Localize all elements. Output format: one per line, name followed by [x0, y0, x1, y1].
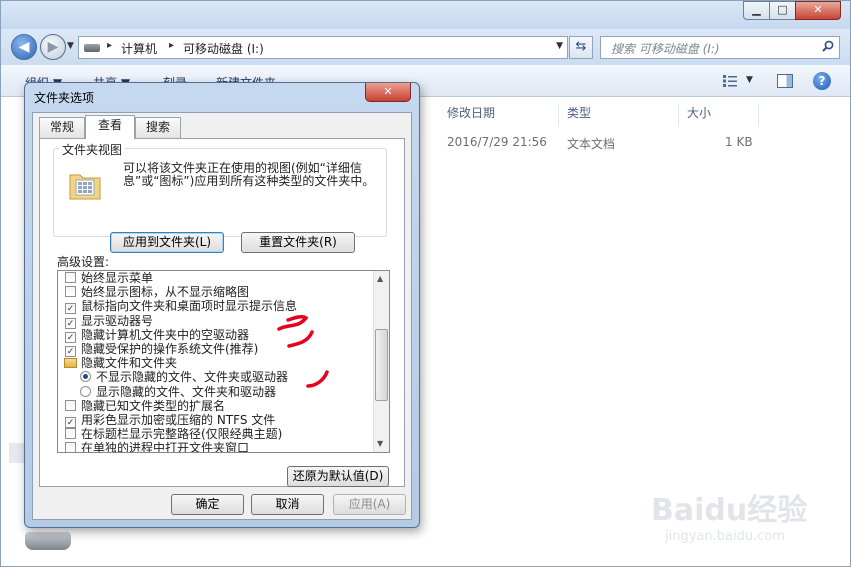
advanced-settings-list[interactable]: 始终显示菜单 始终显示图标，从不显示缩略图 ✓ 鼠标指向文件夹和桌面项时显示提示信息 ✓…	[57, 270, 390, 453]
apply-button[interactable]: 应用(A)	[333, 494, 406, 515]
setting-label: 显示驱动器号	[81, 313, 154, 328]
scroll-down-icon[interactable]: ▼	[377, 439, 383, 448]
setting-label: 始终显示图标，从不显示缩略图	[81, 285, 250, 300]
address-bar[interactable]: ▸ 计算机 ▸ 可移动磁盘 (I:) ▼	[78, 36, 568, 59]
back-button[interactable]: ◀	[11, 34, 37, 60]
breadcrumb-computer[interactable]: 计算机	[121, 40, 157, 57]
annotation-mark-3	[306, 370, 329, 388]
setting-hidden-files-folders: 隐藏文件和文件夹	[64, 356, 177, 370]
setting-label: 鼠标指向文件夹和桌面项时显示提示信息	[81, 299, 298, 314]
views-icon[interactable]	[723, 75, 737, 87]
search-placeholder: 搜索 可移动磁盘 (I:)	[611, 42, 720, 56]
setting-label: 显示隐藏的文件、文件夹和驱动器	[96, 384, 277, 399]
tab-view[interactable]: 查看	[85, 115, 135, 139]
setting-show-drive-letters[interactable]: ✓ 显示驱动器号	[65, 313, 154, 329]
file-type[interactable]: 文本文档	[567, 135, 615, 152]
advanced-settings-label: 高级设置:	[57, 255, 110, 269]
scroll-thumb[interactable]	[375, 329, 388, 401]
setting-label: 隐藏受保护的操作系统文件(推荐)	[81, 342, 259, 356]
setting-label: 隐藏计算机文件夹中的空驱动器	[81, 327, 250, 342]
folder-view-description: 可以将该文件夹正在使用的视图(例如“详细信息”或“图标”)应用到所有这种类型的文…	[123, 161, 375, 188]
breadcrumb-separator-icon[interactable]: ▸	[107, 40, 112, 51]
setting-label: 隐藏文件和文件夹	[81, 356, 178, 371]
close-button[interactable]: ✕	[795, 1, 841, 20]
drive-icon	[84, 44, 100, 52]
radio-selected[interactable]	[80, 371, 91, 383]
help-icon[interactable]: ?	[813, 72, 831, 90]
column-header-size[interactable]: 大小	[681, 104, 759, 126]
preview-pane-icon[interactable]	[777, 74, 793, 88]
scroll-up-icon[interactable]: ▲	[377, 274, 383, 283]
dialog-body: 常规 查看 搜索 文件夹视图 可以将该文件夹正在使用的视图(例如“详细信息”或“…	[32, 112, 412, 520]
minimize-button[interactable]: ▁	[743, 1, 770, 20]
annotation-mark-2	[287, 330, 314, 348]
views-dropdown-icon[interactable]: ▼	[746, 75, 753, 85]
folder-view-group: 文件夹视图 可以将该文件夹正在使用的视图(例如“详细信息”或“图标”)应用到所有…	[53, 141, 387, 237]
folder-options-dialog: 文件夹选项 ✕ 常规 查看 搜索 文件夹视图 可以将该文件夹正在使用的视图(例如…	[24, 82, 420, 528]
setting-label: 始终显示菜单	[81, 271, 154, 285]
checkbox-unchecked[interactable]	[65, 442, 76, 452]
file-modified-date[interactable]: 2016/7/29 21:56	[447, 135, 547, 149]
tab-search[interactable]: 搜索	[135, 117, 181, 138]
setting-always-show-menus[interactable]: 始终显示菜单	[65, 271, 153, 285]
setting-always-show-icons[interactable]: 始终显示图标，从不显示缩略图	[65, 285, 249, 299]
search-input[interactable]: 搜索 可移动磁盘 (I:)	[600, 36, 840, 59]
setting-label: 隐藏已知文件类型的扩展名	[81, 398, 226, 413]
setting-color-ntfs[interactable]: ✓ 用彩色显示加密或压缩的 NTFS 文件	[65, 413, 276, 428]
watermark-logo: Baidu经验	[651, 493, 808, 528]
watermark-url: jingyan.baidu.com	[665, 529, 785, 544]
radio-unselected[interactable]	[80, 385, 91, 397]
dialog-title: 文件夹选项	[34, 91, 95, 105]
setting-label: 不显示隐藏的文件、文件夹或驱动器	[96, 370, 289, 385]
recent-pages-dropdown[interactable]: ▼	[67, 41, 74, 51]
address-dropdown-icon[interactable]: ▼	[556, 41, 563, 51]
removable-drive-icon	[25, 532, 71, 550]
folder-icon	[64, 358, 77, 369]
column-header-modified[interactable]: 修改日期	[441, 104, 559, 126]
checkbox-unchecked[interactable]	[65, 399, 76, 411]
setting-show-tooltips[interactable]: ✓ 鼠标指向文件夹和桌面项时显示提示信息	[65, 299, 298, 315]
dialog-close-button[interactable]: ✕	[365, 83, 411, 102]
cancel-button[interactable]: 取消	[251, 494, 324, 515]
setting-label: 在单独的进程中打开文件夹窗口	[81, 441, 250, 453]
checkbox-unchecked[interactable]	[65, 428, 76, 440]
setting-label: 用彩色显示加密或压缩的 NTFS 文件	[81, 413, 276, 427]
apply-to-folders-button[interactable]: 应用到文件夹(L)	[110, 232, 224, 253]
explorer-titlebar: ▁ □ ✕	[1, 1, 850, 29]
folder-icon	[69, 174, 101, 200]
forward-button[interactable]: ▶	[40, 34, 66, 60]
ok-button[interactable]: 确定	[171, 494, 244, 515]
setting-label: 在标题栏显示完整路径(仅限经典主题)	[81, 427, 283, 442]
setting-hide-empty-drives[interactable]: ✓ 隐藏计算机文件夹中的空驱动器	[65, 327, 250, 343]
file-size[interactable]: 1 KB	[725, 135, 753, 149]
column-header-type[interactable]: 类型	[561, 104, 679, 126]
search-icon[interactable]	[822, 40, 834, 52]
setting-full-path-titlebar[interactable]: 在标题栏显示完整路径(仅限经典主题)	[65, 427, 282, 441]
folder-view-legend: 文件夹视图	[59, 141, 126, 158]
setting-separate-process[interactable]: 在单独的进程中打开文件夹窗口	[65, 441, 250, 453]
refresh-button[interactable]: ⇆	[569, 36, 593, 59]
advanced-settings-scrollbar[interactable]: ▲ ▼	[373, 271, 389, 452]
navigation-bar: ◀ ▶ ▼ ▸ 计算机 ▸ 可移动磁盘 (I:) ▼ ⇆ 搜索 可移动磁盘 (I…	[1, 29, 850, 65]
setting-do-not-show-hidden[interactable]: 不显示隐藏的文件、文件夹或驱动器	[80, 370, 288, 384]
setting-hide-extensions[interactable]: 隐藏已知文件类型的扩展名	[65, 399, 225, 413]
view-tab-panel: 文件夹视图 可以将该文件夹正在使用的视图(例如“详细信息”或“图标”)应用到所有…	[39, 138, 405, 487]
checkbox-unchecked[interactable]	[65, 286, 76, 298]
checkbox-unchecked[interactable]	[65, 272, 76, 283]
breadcrumb-separator-icon[interactable]: ▸	[169, 40, 174, 51]
watermark: Baidu经验 jingyan.baidu.com	[651, 467, 841, 557]
maximize-button[interactable]: □	[769, 1, 796, 20]
setting-show-hidden[interactable]: 显示隐藏的文件、文件夹和驱动器	[80, 385, 276, 399]
tab-general[interactable]: 常规	[39, 117, 85, 138]
restore-defaults-button[interactable]: 还原为默认值(D)	[287, 466, 389, 487]
breadcrumb-removable-disk[interactable]: 可移动磁盘 (I:)	[183, 40, 264, 57]
setting-hide-protected-os-files[interactable]: ✓ 隐藏受保护的操作系统文件(推荐)	[65, 342, 259, 357]
reset-folders-button[interactable]: 重置文件夹(R)	[241, 232, 355, 253]
